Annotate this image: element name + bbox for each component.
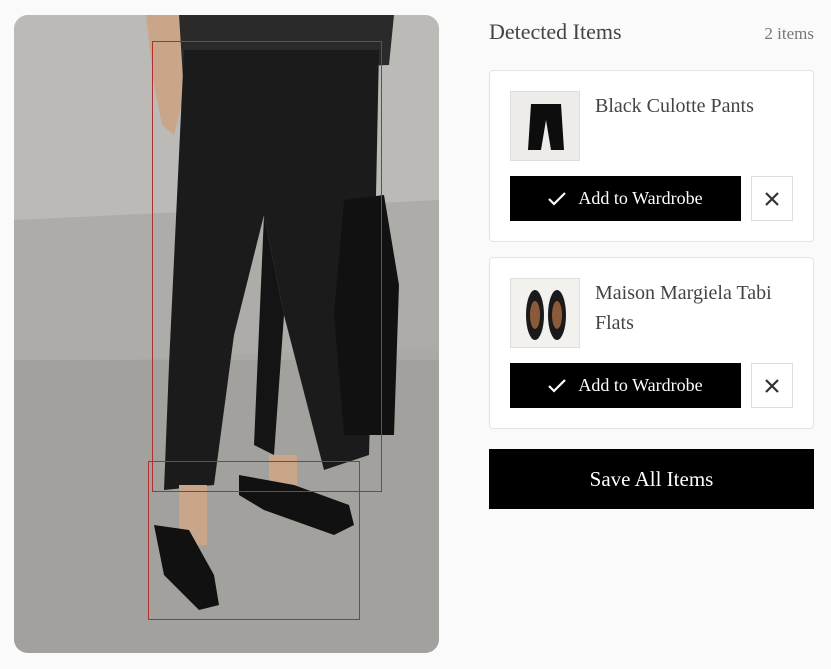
remove-item-button[interactable] <box>751 176 793 221</box>
item-card-pants: Black Culotte Pants Add to Wardrobe <box>489 70 814 242</box>
item-name: Black Culotte Pants <box>595 95 754 117</box>
remove-item-button[interactable] <box>751 363 793 408</box>
item-thumbnail-shoes <box>510 278 580 348</box>
item-count: 2 items <box>764 24 814 43</box>
close-icon <box>765 191 779 206</box>
check-icon <box>548 378 567 393</box>
panel-header: Detected Items 2 items <box>489 15 814 55</box>
panel-title: Detected Items <box>489 19 622 44</box>
add-to-wardrobe-button[interactable]: Add to Wardrobe <box>510 363 741 408</box>
add-to-wardrobe-button[interactable]: Add to Wardrobe <box>510 176 741 221</box>
detected-items-panel: Detected Items 2 items <box>489 15 814 55</box>
shoes-icon <box>526 290 566 340</box>
item-name: Maison Margiela Tabi Flats <box>595 282 772 334</box>
pants-icon <box>528 104 564 150</box>
add-to-wardrobe-label: Add to Wardrobe <box>578 375 703 395</box>
item-card-shoes: Maison Margiela Tabi Flats Add to Wardro… <box>489 257 814 429</box>
close-icon <box>765 378 779 393</box>
item-thumbnail-pants <box>510 91 580 161</box>
add-to-wardrobe-label: Add to Wardrobe <box>578 188 703 208</box>
outfit-photo <box>14 15 439 653</box>
check-icon <box>548 191 567 206</box>
save-all-items-button[interactable]: Save All Items <box>489 449 814 509</box>
detection-box-pants[interactable] <box>152 41 382 492</box>
detection-box-shoes[interactable] <box>148 461 360 620</box>
